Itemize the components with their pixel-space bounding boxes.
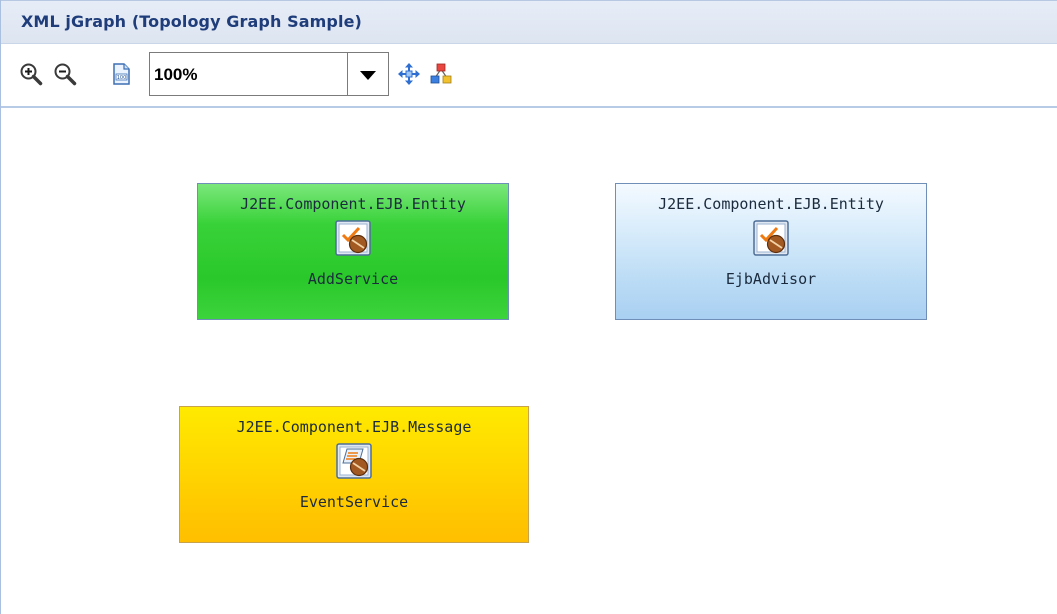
zoom-in-button[interactable] — [19, 62, 43, 86]
node-type-label: J2EE.Component.EJB.Entity — [240, 195, 466, 213]
graph-canvas[interactable]: J2EE.Component.EJB.Entity AddService J2E… — [1, 108, 1057, 614]
actual-size-button[interactable]: 100 — [109, 62, 133, 86]
node-type-label: J2EE.Component.EJB.Entity — [658, 195, 884, 213]
zoom-dropdown-button[interactable] — [356, 67, 380, 83]
node-name-label: EventService — [299, 493, 409, 511]
node-type-label: J2EE.Component.EJB.Message — [236, 418, 472, 436]
fit-to-window-icon — [398, 63, 420, 85]
layout-button[interactable] — [429, 62, 453, 86]
ejb-message-icon — [336, 443, 372, 479]
graph-node-event-service[interactable]: J2EE.Component.EJB.Message EventService — [179, 406, 529, 543]
window-title: XML jGraph (Topology Graph Sample) — [21, 12, 362, 31]
combo-divider — [347, 53, 348, 95]
actual-size-icon: 100 — [113, 63, 130, 85]
chevron-down-icon — [360, 71, 376, 80]
graph-node-add-service[interactable]: J2EE.Component.EJB.Entity AddService — [197, 183, 509, 320]
zoom-value: 100% — [154, 65, 198, 84]
graph-node-ejb-advisor[interactable]: J2EE.Component.EJB.Entity EjbAdvisor — [615, 183, 927, 320]
toolbar: 100 100% — [1, 44, 1057, 108]
zoom-out-icon — [54, 63, 77, 86]
zoom-out-button[interactable] — [53, 62, 77, 86]
ejb-entity-icon — [753, 220, 789, 256]
title-bar: XML jGraph (Topology Graph Sample) — [1, 0, 1057, 44]
application-window: XML jGraph (Topology Graph Sample) 100 1… — [0, 0, 1057, 614]
svg-text:100: 100 — [117, 75, 127, 81]
fit-to-window-button[interactable] — [397, 62, 421, 86]
zoom-in-icon — [20, 63, 43, 86]
layout-icon — [430, 63, 452, 84]
node-name-label: EjbAdvisor — [725, 270, 817, 288]
zoom-combo-box[interactable]: 100% — [149, 52, 389, 96]
ejb-entity-icon — [335, 220, 371, 256]
node-name-label: AddService — [307, 270, 399, 288]
